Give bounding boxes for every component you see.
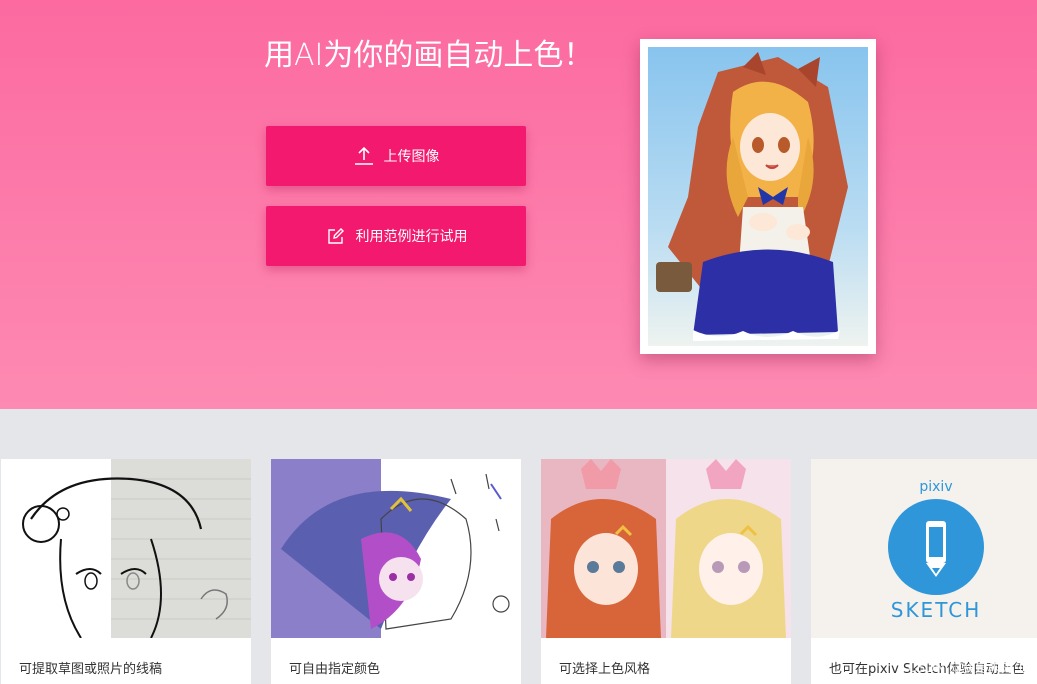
try-sample-label: 利用范例进行试用 — [355, 229, 468, 245]
sample-artwork-frame — [640, 39, 876, 354]
try-sample-button[interactable]: 利用范例进行试用 — [266, 206, 526, 266]
edit-icon — [325, 225, 347, 247]
style-variants-image — [541, 459, 791, 638]
feature-card-colors[interactable]: 可自由指定颜色 — [271, 459, 521, 684]
upload-image-button[interactable]: 上传图像 — [266, 126, 526, 186]
pixiv-logo-text: pixiv — [919, 479, 952, 495]
sketch-brand-text: SKETCH — [891, 598, 982, 622]
hero-title: 用AI为你的画自动上色！ — [264, 38, 594, 73]
color-hint-image — [271, 459, 521, 638]
feature-card-lineart[interactable]: 可提取草图或照片的线稿 — [1, 459, 251, 684]
sketch-to-lineart-image — [1, 459, 251, 638]
hero-section: 用AI为你的画自动上色！ 上传图像 利用范例进行试用 — [0, 0, 1037, 409]
feature-card-pixiv-sketch[interactable]: pixiv SKETCH 也可在pixiv Sketch体验自动上色 — [811, 459, 1037, 684]
watermark: CSDN @我是朱先生 — [907, 661, 1027, 676]
colored-anime-illustration — [648, 47, 868, 346]
card-caption: 可自由指定颜色 — [289, 662, 381, 677]
card-caption: 可提取草图或照片的线稿 — [19, 662, 163, 677]
pixiv-sketch-logo: pixiv SKETCH — [811, 459, 1037, 638]
upload-image-label: 上传图像 — [383, 149, 440, 165]
feature-card-styles[interactable]: 可选择上色风格 — [541, 459, 791, 684]
card-caption: 可选择上色风格 — [559, 662, 651, 677]
upload-icon — [353, 145, 375, 167]
